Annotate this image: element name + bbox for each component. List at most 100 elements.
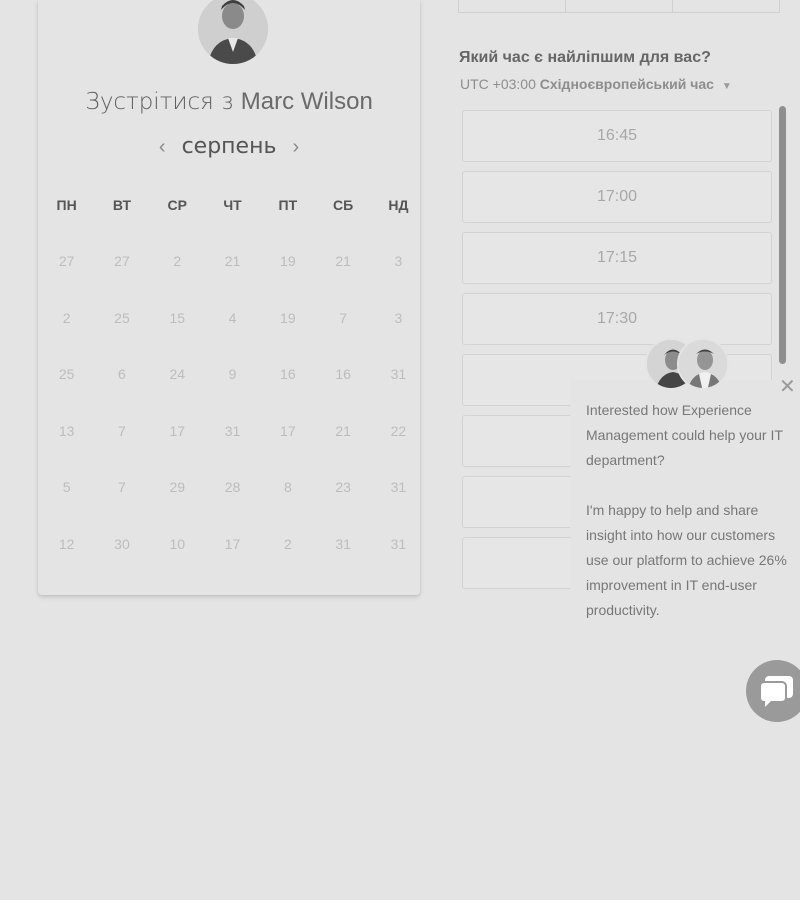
calendar-day: 7 xyxy=(94,477,149,533)
calendar-day: 31 xyxy=(205,421,260,477)
chat-message-1: Interested how Experience Management cou… xyxy=(586,402,783,468)
calendar-day: 31 xyxy=(315,534,370,590)
weekday-label: ВТ xyxy=(112,197,132,213)
day-number: 25 xyxy=(114,309,130,326)
day-number: 15 xyxy=(169,309,186,326)
calendar-day: 31 xyxy=(371,477,426,533)
calendar-day: 2 xyxy=(39,308,94,364)
day-number: 31 xyxy=(390,366,407,382)
duration-tab[interactable] xyxy=(673,0,779,12)
calendar-day: 19 xyxy=(260,251,315,307)
duration-tab[interactable] xyxy=(459,0,566,12)
calendar-day: 21 xyxy=(205,251,260,307)
calendar-day[interactable]: 17 xyxy=(205,534,260,590)
day-number: 2 xyxy=(173,253,182,269)
weekday-label: НД xyxy=(388,197,409,213)
chat-message-2: I'm happy to help and share insight into… xyxy=(586,502,787,618)
calendar-day: 22 xyxy=(371,421,426,477)
calendar-day[interactable]: 9 xyxy=(205,364,260,420)
timezone-select[interactable]: UTC +03:00 Східноєвропейський час ▼ xyxy=(460,76,732,92)
day-number: 21 xyxy=(335,253,351,269)
calendar-day[interactable]: 31 xyxy=(371,364,426,420)
duration-tab[interactable] xyxy=(566,0,673,12)
calendar-day[interactable]: 30 xyxy=(94,534,149,590)
calendar-day: 4 xyxy=(205,308,260,364)
calendar-week-row: 2 25 15 4 19 7 3 xyxy=(38,308,420,364)
calendar-day: 24 xyxy=(150,364,205,420)
day-number: 28 xyxy=(224,479,241,495)
calendar-day: 16 xyxy=(315,364,370,420)
day-number: 13 xyxy=(58,422,75,439)
calendar-day: 2 xyxy=(260,534,315,590)
chevron-right-icon[interactable]: › xyxy=(292,137,299,157)
calendar-day: 16 xyxy=(260,364,315,420)
day-number: 19 xyxy=(280,253,296,269)
weekday-label: СР xyxy=(167,197,187,213)
calendar-day: 13 xyxy=(39,421,94,477)
calendar-week-row: 5 7 29 28 8 23 31 xyxy=(38,477,420,533)
scheduler-card: Зустрітися з Marc Wilson ‹ серпень › ПН В… xyxy=(38,0,420,595)
day-number: 7 xyxy=(339,309,348,326)
title-prefix: Зустрітися з xyxy=(85,89,234,115)
calendar-day: 25 xyxy=(39,364,94,420)
slots-scrollbar[interactable] xyxy=(779,106,786,364)
calendar-week-row: 13 7 17 31 17 21 22 xyxy=(38,421,420,477)
day-number: 2 xyxy=(283,535,292,552)
time-question: Який час є найліпшим для вас? xyxy=(459,49,711,66)
time-slot[interactable]: 17:00 xyxy=(462,171,772,223)
calendar-day[interactable]: 5 xyxy=(39,477,94,533)
calendar-day[interactable]: 2 xyxy=(150,251,205,307)
timezone-offset: UTC +03:00 xyxy=(460,76,536,92)
day-number: 7 xyxy=(118,479,126,495)
close-icon[interactable]: ✕ xyxy=(779,377,796,397)
month-label: серпень xyxy=(181,134,277,159)
day-number: 16 xyxy=(335,366,351,382)
day-number: 23 xyxy=(335,479,351,495)
calendar-day[interactable]: 7 xyxy=(94,421,149,477)
calendar-day: 25 xyxy=(94,308,149,364)
calendar-day: 27 xyxy=(39,251,94,307)
calendar-day: 31 xyxy=(371,534,426,590)
time-slot[interactable]: 17:15 xyxy=(462,232,772,284)
calendar-day: 15 xyxy=(150,308,205,364)
calendar-day: 17 xyxy=(150,421,205,477)
chat-agent-avatars xyxy=(645,338,731,394)
calendar-day[interactable]: 23 xyxy=(315,477,370,533)
chat-icon xyxy=(759,676,793,707)
day-number: 31 xyxy=(224,422,241,439)
day-number: 8 xyxy=(283,479,292,495)
calendar-day-selected[interactable]: 17 xyxy=(260,421,315,477)
calendar-day: 12 xyxy=(39,534,94,590)
day-number: 21 xyxy=(335,422,351,439)
agent-avatar xyxy=(677,338,729,390)
day-number: 2 xyxy=(62,309,71,326)
calendar-day: 29 xyxy=(150,477,205,533)
chat-launcher-button[interactable] xyxy=(746,660,800,722)
weekday-label: ЧТ xyxy=(223,197,242,213)
day-number: 29 xyxy=(169,479,186,495)
month-navigation: ‹ серпень › xyxy=(38,134,420,159)
day-number: 9 xyxy=(228,366,237,382)
weekday-label: ПТ xyxy=(278,197,298,213)
day-number: 31 xyxy=(390,479,407,495)
time-slot[interactable]: 16:45 xyxy=(462,110,772,162)
day-number: 3 xyxy=(394,309,403,326)
chevron-left-icon[interactable]: ‹ xyxy=(159,137,166,157)
day-number: 25 xyxy=(58,366,75,382)
weekday-label: ПН xyxy=(56,197,77,213)
day-number: 19 xyxy=(280,309,296,326)
calendar-day: 8 xyxy=(260,477,315,533)
calendar-day: 10 xyxy=(150,534,205,590)
calendar-week-row: 27 27 2 21 19 21 3 xyxy=(38,251,420,307)
day-number: 27 xyxy=(58,253,75,269)
day-number: 4 xyxy=(228,309,237,326)
calendar-day: 27 xyxy=(94,251,149,307)
calendar-day: 7 xyxy=(315,308,370,364)
day-number: 3 xyxy=(394,253,403,269)
calendar-week-row: 12 30 10 17 2 31 31 xyxy=(38,534,420,590)
page-title: Зустрітися з Marc Wilson xyxy=(38,88,420,116)
calendar-day: 3 xyxy=(371,308,426,364)
calendar-day[interactable]: 6 xyxy=(94,364,149,420)
day-number: 31 xyxy=(335,535,351,552)
timezone-name: Східноєвропейський час xyxy=(539,76,714,92)
